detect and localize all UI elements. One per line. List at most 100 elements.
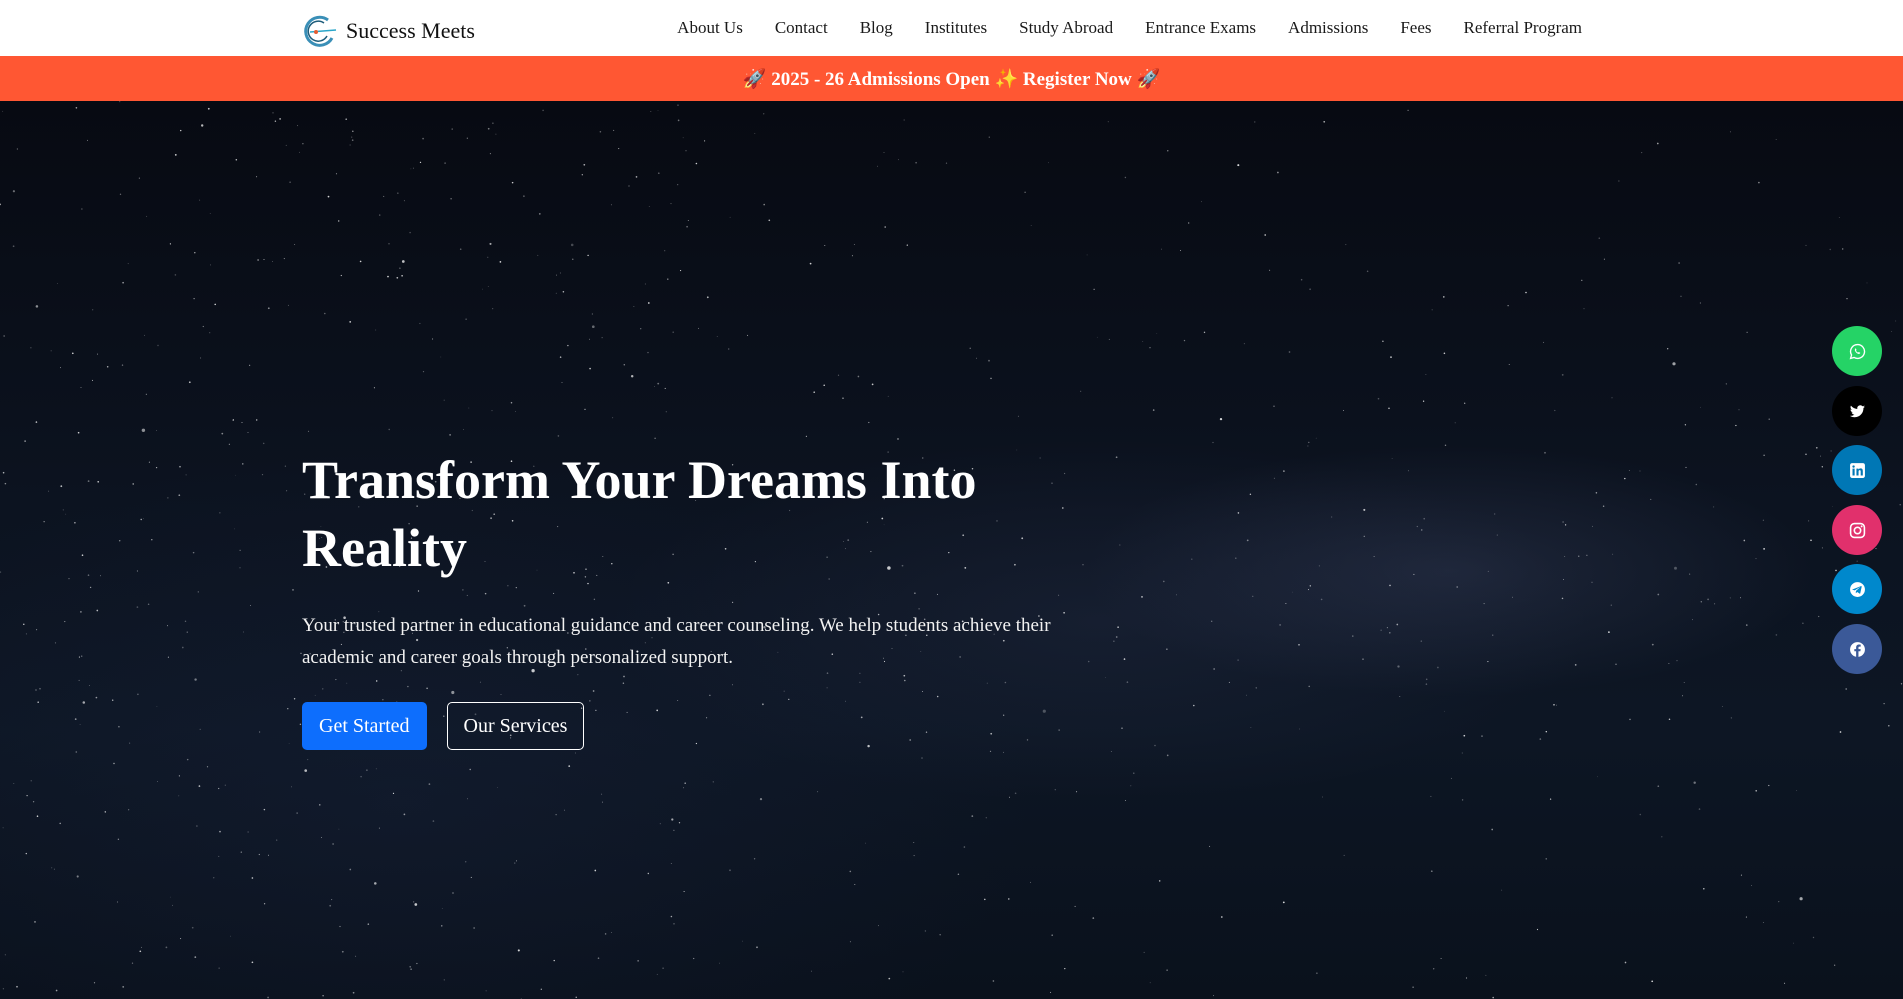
star: [1175, 594, 1177, 596]
nav-institutes[interactable]: Institutes: [925, 18, 987, 38]
star: [339, 925, 341, 928]
linkedin-button[interactable]: [1832, 445, 1882, 495]
star: [34, 921, 36, 923]
star: [683, 787, 685, 789]
star: [489, 242, 492, 245]
star: [1763, 548, 1765, 550]
star: [1684, 424, 1687, 426]
star: [403, 813, 406, 816]
star: [1729, 597, 1731, 599]
star: [1703, 888, 1705, 890]
star: [887, 395, 889, 397]
star: [383, 195, 385, 197]
star: [511, 181, 514, 184]
star: [555, 814, 557, 816]
star: [104, 811, 107, 813]
star: [221, 432, 224, 435]
star: [489, 153, 491, 155]
star: [1656, 142, 1659, 145]
star: [1316, 972, 1318, 974]
star: [4, 954, 6, 956]
star: [119, 193, 122, 195]
star: [469, 768, 471, 771]
get-started-button[interactable]: Get Started: [302, 702, 427, 750]
our-services-button[interactable]: Our Services: [446, 702, 585, 750]
star: [1832, 505, 1833, 507]
star: [491, 410, 493, 412]
star: [647, 351, 649, 354]
star: [81, 208, 83, 210]
nav-blog[interactable]: Blog: [860, 18, 893, 38]
star: [156, 706, 158, 707]
star: [111, 699, 114, 701]
star: [811, 970, 812, 972]
star: [604, 933, 607, 935]
star: [128, 809, 130, 811]
star: [1597, 776, 1598, 778]
star: [200, 357, 202, 359]
admissions-banner[interactable]: 🚀 2025 - 26 Admissions Open ✨ Register N…: [0, 56, 1903, 101]
star: [113, 762, 115, 765]
star: [1191, 558, 1193, 560]
star: [416, 962, 418, 965]
nav-referral-program[interactable]: Referral Program: [1464, 18, 1582, 38]
nav-entrance-exams[interactable]: Entrance Exams: [1145, 18, 1256, 38]
star: [1639, 813, 1642, 816]
star: [192, 551, 195, 554]
brand-link[interactable]: Success Meets: [302, 14, 475, 48]
star: [1651, 643, 1654, 646]
star: [1746, 331, 1748, 333]
facebook-button[interactable]: [1832, 624, 1882, 674]
star: [1815, 446, 1818, 449]
star: [1661, 836, 1663, 838]
star: [450, 198, 452, 200]
telegram-button[interactable]: [1832, 564, 1882, 614]
star: [59, 822, 61, 825]
star: [122, 986, 125, 988]
nav-study-abroad[interactable]: Study Abroad: [1019, 18, 1113, 38]
star: [1051, 934, 1053, 936]
telegram-icon: [1849, 581, 1865, 597]
nav-about-us[interactable]: About Us: [677, 18, 743, 38]
star: [89, 586, 92, 589]
star: [169, 243, 171, 245]
star: [194, 956, 197, 958]
star: [1762, 519, 1765, 521]
star: [1745, 916, 1747, 918]
star: [76, 875, 79, 878]
star: [255, 419, 258, 421]
star: [650, 110, 652, 113]
star: [1492, 634, 1494, 636]
star: [304, 769, 308, 772]
star: [1345, 244, 1347, 246]
star: [1838, 217, 1840, 218]
star: [594, 869, 597, 872]
star: [463, 429, 465, 430]
star: [853, 244, 855, 245]
star: [1250, 727, 1252, 728]
nav-admissions[interactable]: Admissions: [1288, 18, 1368, 38]
twitter-button[interactable]: [1832, 386, 1882, 436]
instagram-button[interactable]: [1832, 505, 1882, 555]
star: [1343, 410, 1344, 412]
whatsapp-button[interactable]: [1832, 326, 1882, 376]
star: [193, 297, 195, 300]
star: [1721, 706, 1723, 707]
nav-contact[interactable]: Contact: [775, 18, 828, 38]
star: [1729, 131, 1731, 133]
star: [1167, 150, 1169, 152]
star: [985, 817, 987, 819]
star: [1382, 340, 1384, 343]
nav-fees[interactable]: Fees: [1400, 18, 1431, 38]
star: [1464, 402, 1466, 404]
star: [1237, 164, 1240, 167]
star: [1318, 565, 1320, 567]
star: [224, 784, 226, 786]
star: [1672, 362, 1676, 366]
star: [728, 348, 730, 350]
star: [1624, 961, 1627, 964]
nav-menu: About Us Contact Blog Institutes Study A…: [677, 0, 1582, 56]
star: [2, 988, 5, 990]
star: [16, 148, 18, 150]
star: [555, 292, 557, 294]
